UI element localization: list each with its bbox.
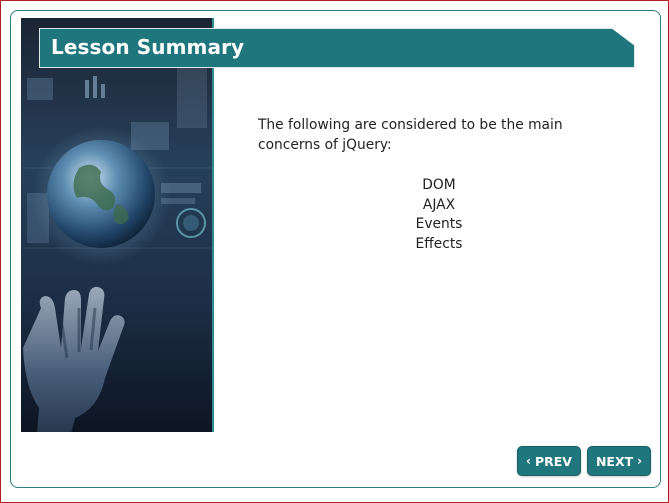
next-button-label: NEXT [595,453,634,469]
slide-card: Lesson Summary The following are conside… [10,10,661,488]
lesson-title-bar: Lesson Summary [39,28,635,68]
intro-text: The following are considered to be the m… [258,117,563,153]
lesson-content: The following are considered to be the m… [258,116,588,254]
list-item: Effects [415,235,463,252]
list-item: AJAX [422,196,456,213]
prev-button-label: PREV [534,453,572,469]
prev-button[interactable]: ‹ PREV [517,446,581,476]
next-button[interactable]: NEXT › [587,446,651,476]
list-item: Events [415,216,463,232]
chevron-right-icon: › [637,454,643,468]
chevron-left-icon: ‹ [526,454,531,468]
concerns-list: DOM AJAX Events Effects [258,176,620,254]
hand-holding-globe-image [21,18,214,432]
window-frame: Lesson Summary The following are conside… [0,0,669,503]
list-item: DOM [422,177,456,193]
page-title: Lesson Summary [51,35,245,59]
